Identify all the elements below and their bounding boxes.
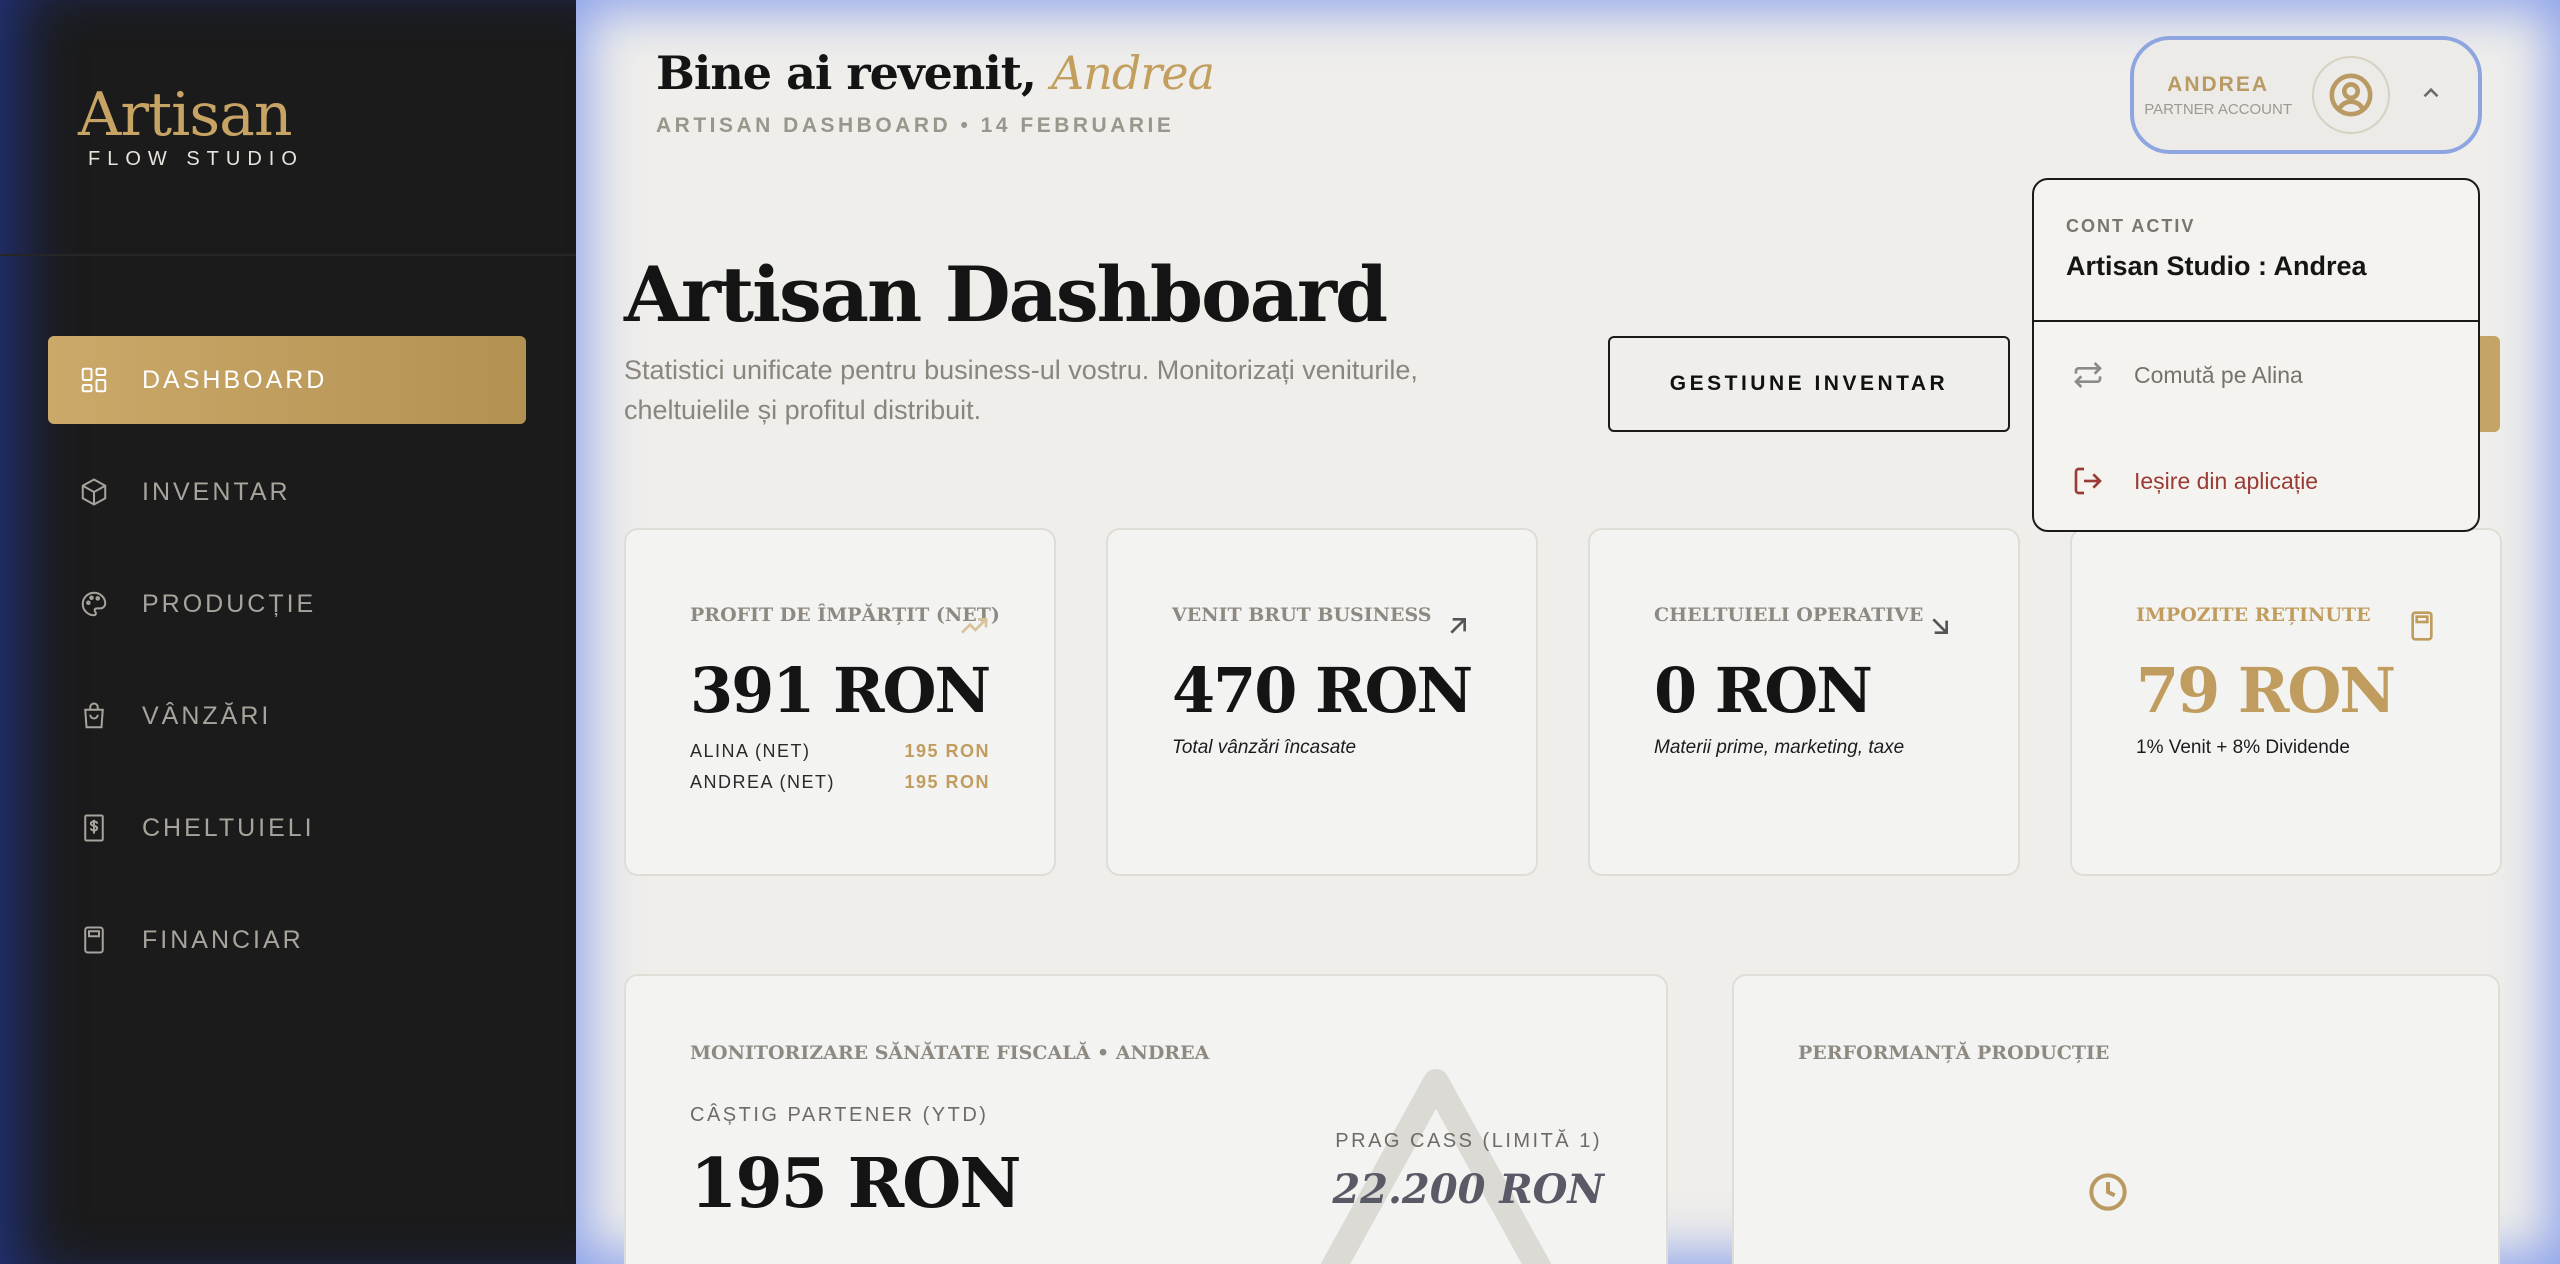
user-circle-icon: [2329, 73, 2373, 117]
account-dropdown: CONT ACTIV Artisan Studio : Andrea Comut…: [2032, 178, 2480, 532]
sidebar-item-label: FINANCIAR: [142, 925, 304, 954]
stat-card-profit: PROFIT DE ÎMPĂRȚIT (NET) 391 RON ALINA (…: [624, 528, 1056, 876]
account-name: ANDREA: [2167, 72, 2270, 96]
switch-account-label: Comută pe Alina: [2134, 361, 2303, 388]
inventory-button[interactable]: GESTIUNE INVENTAR: [1608, 336, 2010, 432]
sidebar-item-label: CHELTUIELI: [142, 813, 315, 842]
palette-icon: [78, 588, 110, 620]
split-row-andrea: ANDREA (NET) 195 RON: [690, 772, 990, 792]
dropdown-label: CONT ACTIV: [2066, 216, 2196, 236]
logo[interactable]: Artisan FLOW STUDIO: [78, 82, 304, 171]
production-performance-card: PERFORMANȚĂ PRODUCȚIE: [1732, 974, 2500, 1264]
account-menu-toggle[interactable]: ANDREA PARTNER ACCOUNT: [2130, 36, 2482, 154]
clock-icon: [2088, 1172, 2132, 1216]
switch-arrows-icon: [2074, 362, 2102, 388]
sidebar-item-label: PRODUCȚIE: [142, 589, 317, 618]
arrow-up-right-icon: [1442, 610, 1478, 646]
dropdown-title: Artisan Studio : Andrea: [2066, 251, 2367, 281]
partner-earnings-label: CÂȘTIG PARTENER (YTD): [690, 1104, 989, 1126]
sidebar-item-label: VÂNZĂRI: [142, 701, 272, 730]
stat-value: 79 RON: [2136, 654, 2396, 727]
logout-label: Ieșire din aplicație: [2134, 467, 2319, 494]
switch-account-button[interactable]: Comută pe Alina: [2034, 322, 2478, 428]
sidebar-item-inventar[interactable]: INVENTAR: [48, 448, 526, 536]
cass-threshold-label: PRAG CASS (LIMITĂ 1): [1335, 1130, 1602, 1152]
fiscal-card-title: MONITORIZARE SĂNĂTATE FISCALĂ • ANDREA: [690, 1042, 1210, 1064]
page-title: Artisan Dashboard: [624, 250, 1388, 339]
cass-threshold-value: 22.200 RON: [1332, 1166, 1604, 1213]
box-icon: [78, 476, 110, 508]
sidebar-item-financiar[interactable]: FINANCIAR: [48, 896, 526, 984]
stat-label: PROFIT DE ÎMPĂRȚIT (NET): [690, 604, 1000, 626]
logo-sub: FLOW STUDIO: [88, 148, 304, 170]
production-card-title: PERFORMANȚĂ PRODUCȚIE: [1798, 1042, 2110, 1064]
main-content: Bine ai revenit, Andrea ARTISAN DASHBOAR…: [576, 0, 2560, 1264]
stat-card-venit: VENIT BRUT BUSINESS 470 RON Total vânzăr…: [1106, 528, 1538, 876]
dollar-receipt-icon: [78, 812, 110, 844]
calculator-icon: [78, 924, 110, 956]
stat-label: CHELTUIELI OPERATIVE: [1654, 604, 1924, 626]
logo-main: Artisan: [78, 80, 293, 150]
welcome-header: Bine ai revenit, Andrea ARTISAN DASHBOAR…: [656, 46, 1215, 138]
stat-note: Total vânzări încasate: [1172, 737, 1357, 758]
sidebar-item-vanzari[interactable]: VÂNZĂRI: [48, 672, 526, 760]
stat-card-cheltuieli: CHELTUIELI OPERATIVE 0 RON Materii prime…: [1588, 528, 2020, 876]
sidebar: Artisan FLOW STUDIO DASHBOARD INVENTAR P…: [0, 0, 576, 1264]
stat-label: VENIT BRUT BUSINESS: [1172, 604, 1432, 626]
sidebar-item-productie[interactable]: PRODUCȚIE: [48, 560, 526, 648]
calculator-icon: [2406, 610, 2442, 646]
sidebar-item-cheltuieli[interactable]: CHELTUIELI: [48, 784, 526, 872]
logout-button[interactable]: Ieșire din aplicație: [2034, 428, 2478, 534]
stat-value: 0 RON: [1654, 654, 1873, 727]
stat-label: IMPOZITE REȚINUTE: [2136, 604, 2371, 626]
welcome-title: Bine ai revenit, Andrea: [656, 46, 1215, 100]
stat-note: 1% Venit + 8% Dividende: [2136, 737, 2350, 758]
sidebar-item-dashboard[interactable]: DASHBOARD: [48, 336, 526, 424]
fiscal-health-card: MONITORIZARE SĂNĂTATE FISCALĂ • ANDREA C…: [624, 974, 1668, 1264]
shopping-bag-icon: [78, 700, 110, 732]
account-info: ANDREA PARTNER ACCOUNT: [2144, 73, 2292, 118]
arrow-down-right-icon: [1924, 610, 1960, 646]
sidebar-divider: [0, 254, 576, 256]
sidebar-nav: DASHBOARD INVENTAR PRODUCȚIE VÂNZĂRI CHE…: [48, 336, 526, 1008]
sidebar-item-label: INVENTAR: [142, 477, 291, 506]
logout-icon: [2074, 467, 2102, 495]
dropdown-header: CONT ACTIV Artisan Studio : Andrea: [2034, 180, 2478, 322]
page-description: Statistici unificate pentru business-ul …: [624, 355, 1418, 425]
avatar: [2312, 56, 2390, 134]
stat-note: Materii prime, marketing, taxe: [1654, 737, 1905, 758]
stat-card-impozite: IMPOZITE REȚINUTE 79 RON 1% Venit + 8% D…: [2070, 528, 2502, 876]
chevron-up-icon: [2418, 80, 2444, 111]
warning-triangle-icon: [1306, 1056, 1566, 1264]
welcome-subtitle: ARTISAN DASHBOARD • 14 FEBRUARIE: [656, 114, 1175, 137]
trending-up-icon: [958, 610, 994, 646]
dashboard-grid-icon: [78, 364, 110, 396]
partner-earnings-value: 195 RON: [690, 1144, 1022, 1224]
sidebar-item-label: DASHBOARD: [142, 365, 328, 394]
account-role: PARTNER ACCOUNT: [2144, 100, 2292, 118]
stat-value: 470 RON: [1172, 654, 1473, 727]
stat-value: 391 RON: [690, 654, 991, 727]
welcome-name: Andrea: [1051, 46, 1215, 100]
split-row-alina: ALINA (NET) 195 RON: [690, 741, 990, 761]
